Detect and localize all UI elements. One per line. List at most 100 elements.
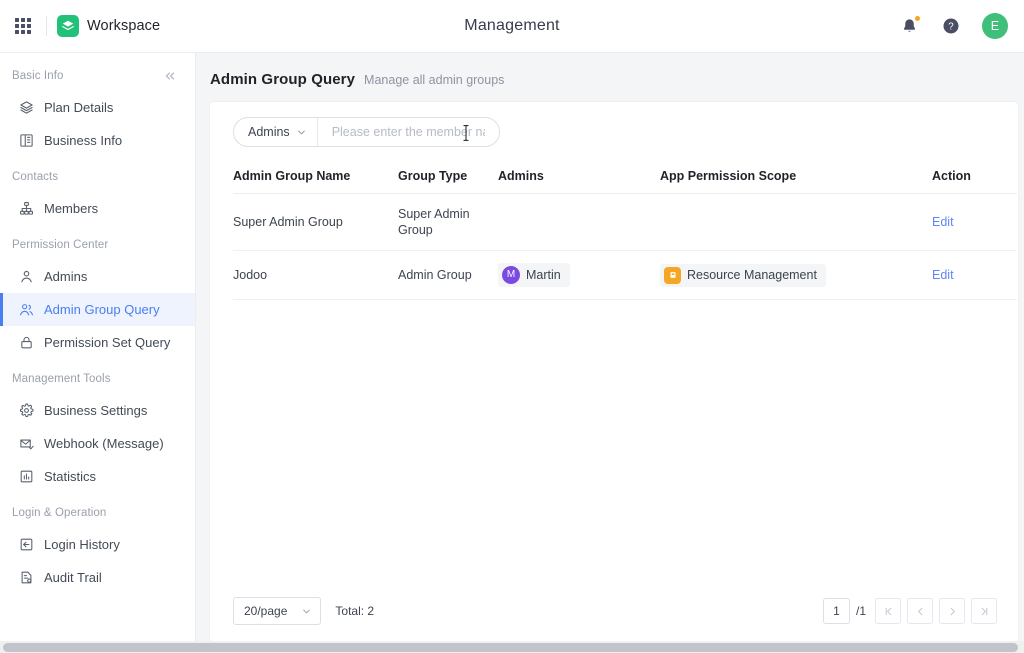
sidebar-section-label: Basic Info — [12, 70, 64, 82]
cell-action: Edit — [932, 193, 1017, 251]
sidebar-item-business-info[interactable]: Business Info — [0, 124, 195, 157]
chevron-right-icon[interactable] — [939, 598, 965, 624]
notification-badge-dot — [914, 15, 921, 22]
chevron-down-icon — [301, 606, 312, 617]
sidebar-item-label: Webhook (Message) — [44, 436, 164, 451]
layers-logo-icon — [57, 15, 79, 37]
total-count-text: Total: 2 — [335, 604, 375, 618]
edit-link[interactable]: Edit — [932, 268, 954, 282]
sidebar-item-audit-trail[interactable]: Audit Trail — [0, 561, 195, 594]
bell-icon[interactable] — [898, 15, 921, 37]
page-subtitle: Manage all admin groups — [364, 73, 505, 87]
sidebar-section-label: Permission Center — [12, 239, 109, 251]
app-scope-label: Resource Management — [687, 268, 817, 282]
users-group-icon — [18, 302, 34, 318]
sidebar-section-permission-center: Permission Center — [0, 230, 195, 260]
page-last-icon[interactable] — [971, 598, 997, 624]
admin-chip-label: Martin — [526, 268, 561, 282]
sidebar-item-label: Business Settings — [44, 403, 148, 418]
search-scope-select[interactable]: Admins — [234, 118, 318, 146]
chevron-down-icon — [296, 127, 307, 138]
search-input[interactable] — [329, 124, 487, 140]
app-scope-chip[interactable]: Resource Management — [660, 263, 826, 287]
cell-app-permission-scope: Resource Management — [660, 250, 932, 300]
user-icon — [18, 269, 34, 285]
sidebar-item-label: Admins — [44, 269, 88, 284]
sidebar-item-business-settings[interactable]: Business Settings — [0, 394, 195, 427]
top-bar: Workspace Management ? E — [0, 0, 1024, 53]
page-heading: Admin Group Query Manage all admin group… — [196, 53, 1024, 102]
page-size-select[interactable]: 20/page — [233, 597, 322, 625]
sidebar-item-label: Statistics — [44, 469, 97, 484]
sidebar-section-label: Login & Operation — [12, 507, 107, 519]
sidebar-item-label: Audit Trail — [44, 570, 102, 585]
svg-text:?: ? — [948, 21, 954, 32]
pagination-bar: 20/page Total: 2 /1 — [211, 597, 1017, 641]
page-title: Admin Group Query — [210, 71, 356, 88]
cell-admin-group-name: Super Admin Group — [233, 193, 398, 251]
sidebar-item-label: Admin Group Query — [44, 302, 160, 317]
brand-link[interactable]: Workspace — [57, 15, 160, 37]
sidebar-item-label: Business Info — [44, 133, 123, 148]
cell-admin-group-name: Jodoo — [233, 250, 398, 300]
double-chevron-left-icon[interactable] — [161, 67, 179, 85]
top-bar-right: ? E — [898, 13, 1008, 39]
sidebar-item-admins[interactable]: Admins — [0, 260, 195, 293]
cell-action: Edit — [932, 250, 1017, 300]
brand-name: Workspace — [87, 18, 161, 34]
sidebar-section-login-operation: Login & Operation — [0, 498, 195, 528]
column-header-app-permission-scope: App Permission Scope — [660, 160, 932, 194]
login-arrow-icon — [18, 537, 34, 553]
grid-apps-icon[interactable] — [10, 13, 36, 39]
horizontal-scrollbar-thumb[interactable] — [3, 642, 1018, 652]
admin-chip[interactable]: M Martin — [498, 263, 570, 287]
table-row[interactable]: Super Admin Group Super Admin Group Edit — [233, 193, 1017, 251]
page-first-icon[interactable] — [875, 598, 901, 624]
sidebar-item-statistics[interactable]: Statistics — [0, 460, 195, 493]
search-scope-value: Admins — [248, 125, 290, 139]
cell-app-permission-scope — [660, 193, 932, 251]
top-bar-left: Workspace — [10, 13, 160, 39]
sidebar-item-admin-group-query[interactable]: Admin Group Query — [0, 293, 195, 326]
sidebar-item-login-history[interactable]: Login History — [0, 528, 195, 561]
sidebar-section-basic-info: Basic Info — [0, 61, 195, 91]
sidebar-item-label: Members — [44, 201, 99, 216]
cell-admins — [498, 193, 660, 251]
sidebar-section-label: Management Tools — [12, 373, 111, 385]
avatar[interactable]: E — [982, 13, 1008, 39]
sidebar-item-permission-set-query[interactable]: Permission Set Query — [0, 326, 195, 359]
search-box: Admins — [233, 117, 500, 147]
sidebar-item-plan-details[interactable]: Plan Details — [0, 91, 195, 124]
app-root: Workspace Management ? E Basic Info Plan… — [0, 0, 1024, 653]
gear-icon — [18, 403, 34, 419]
table-body: Super Admin Group Super Admin Group Edit… — [233, 193, 1017, 300]
cell-group-type: Super Admin Group — [398, 193, 498, 251]
edit-link[interactable]: Edit — [932, 215, 954, 229]
column-header-group-type: Group Type — [398, 160, 498, 194]
sidebar-item-members[interactable]: Members — [0, 192, 195, 225]
sidebar-item-label: Permission Set Query — [44, 335, 171, 350]
cell-admins: M Martin — [498, 250, 660, 300]
toolbar: Admins — [211, 103, 1017, 160]
page-number-input[interactable] — [822, 598, 850, 624]
horizontal-scrollbar[interactable] — [0, 641, 1024, 653]
content-card: Admins Please enter the member na... Adm… — [210, 102, 1018, 642]
total-pages-label: /1 — [855, 604, 866, 618]
avatar: M — [502, 266, 520, 284]
sidebar-section-label: Contacts — [12, 171, 59, 183]
sidebar-section-management-tools: Management Tools — [0, 364, 195, 394]
table-row[interactable]: Jodoo Admin Group M Martin Resource Mana… — [233, 250, 1017, 300]
page-size-value: 20/page — [244, 604, 288, 618]
layers-icon — [18, 100, 34, 116]
main-content: Admin Group Query Manage all admin group… — [196, 53, 1024, 653]
admin-groups-table: Admin Group Name Group Type Admins App P… — [233, 160, 1017, 300]
column-header-admin-group-name: Admin Group Name — [233, 160, 398, 194]
sidebar-item-webhook-message[interactable]: Webhook (Message) — [0, 427, 195, 460]
sidebar: Basic Info Plan Details Business Info Co… — [0, 53, 196, 653]
question-circle-icon[interactable]: ? — [940, 15, 962, 37]
table-container: Admin Group Name Group Type Admins App P… — [211, 160, 1017, 597]
search-input-wrap — [318, 118, 499, 146]
chevron-left-icon[interactable] — [907, 598, 933, 624]
bar-chart-icon — [18, 469, 34, 485]
top-bar-divider — [46, 16, 47, 36]
